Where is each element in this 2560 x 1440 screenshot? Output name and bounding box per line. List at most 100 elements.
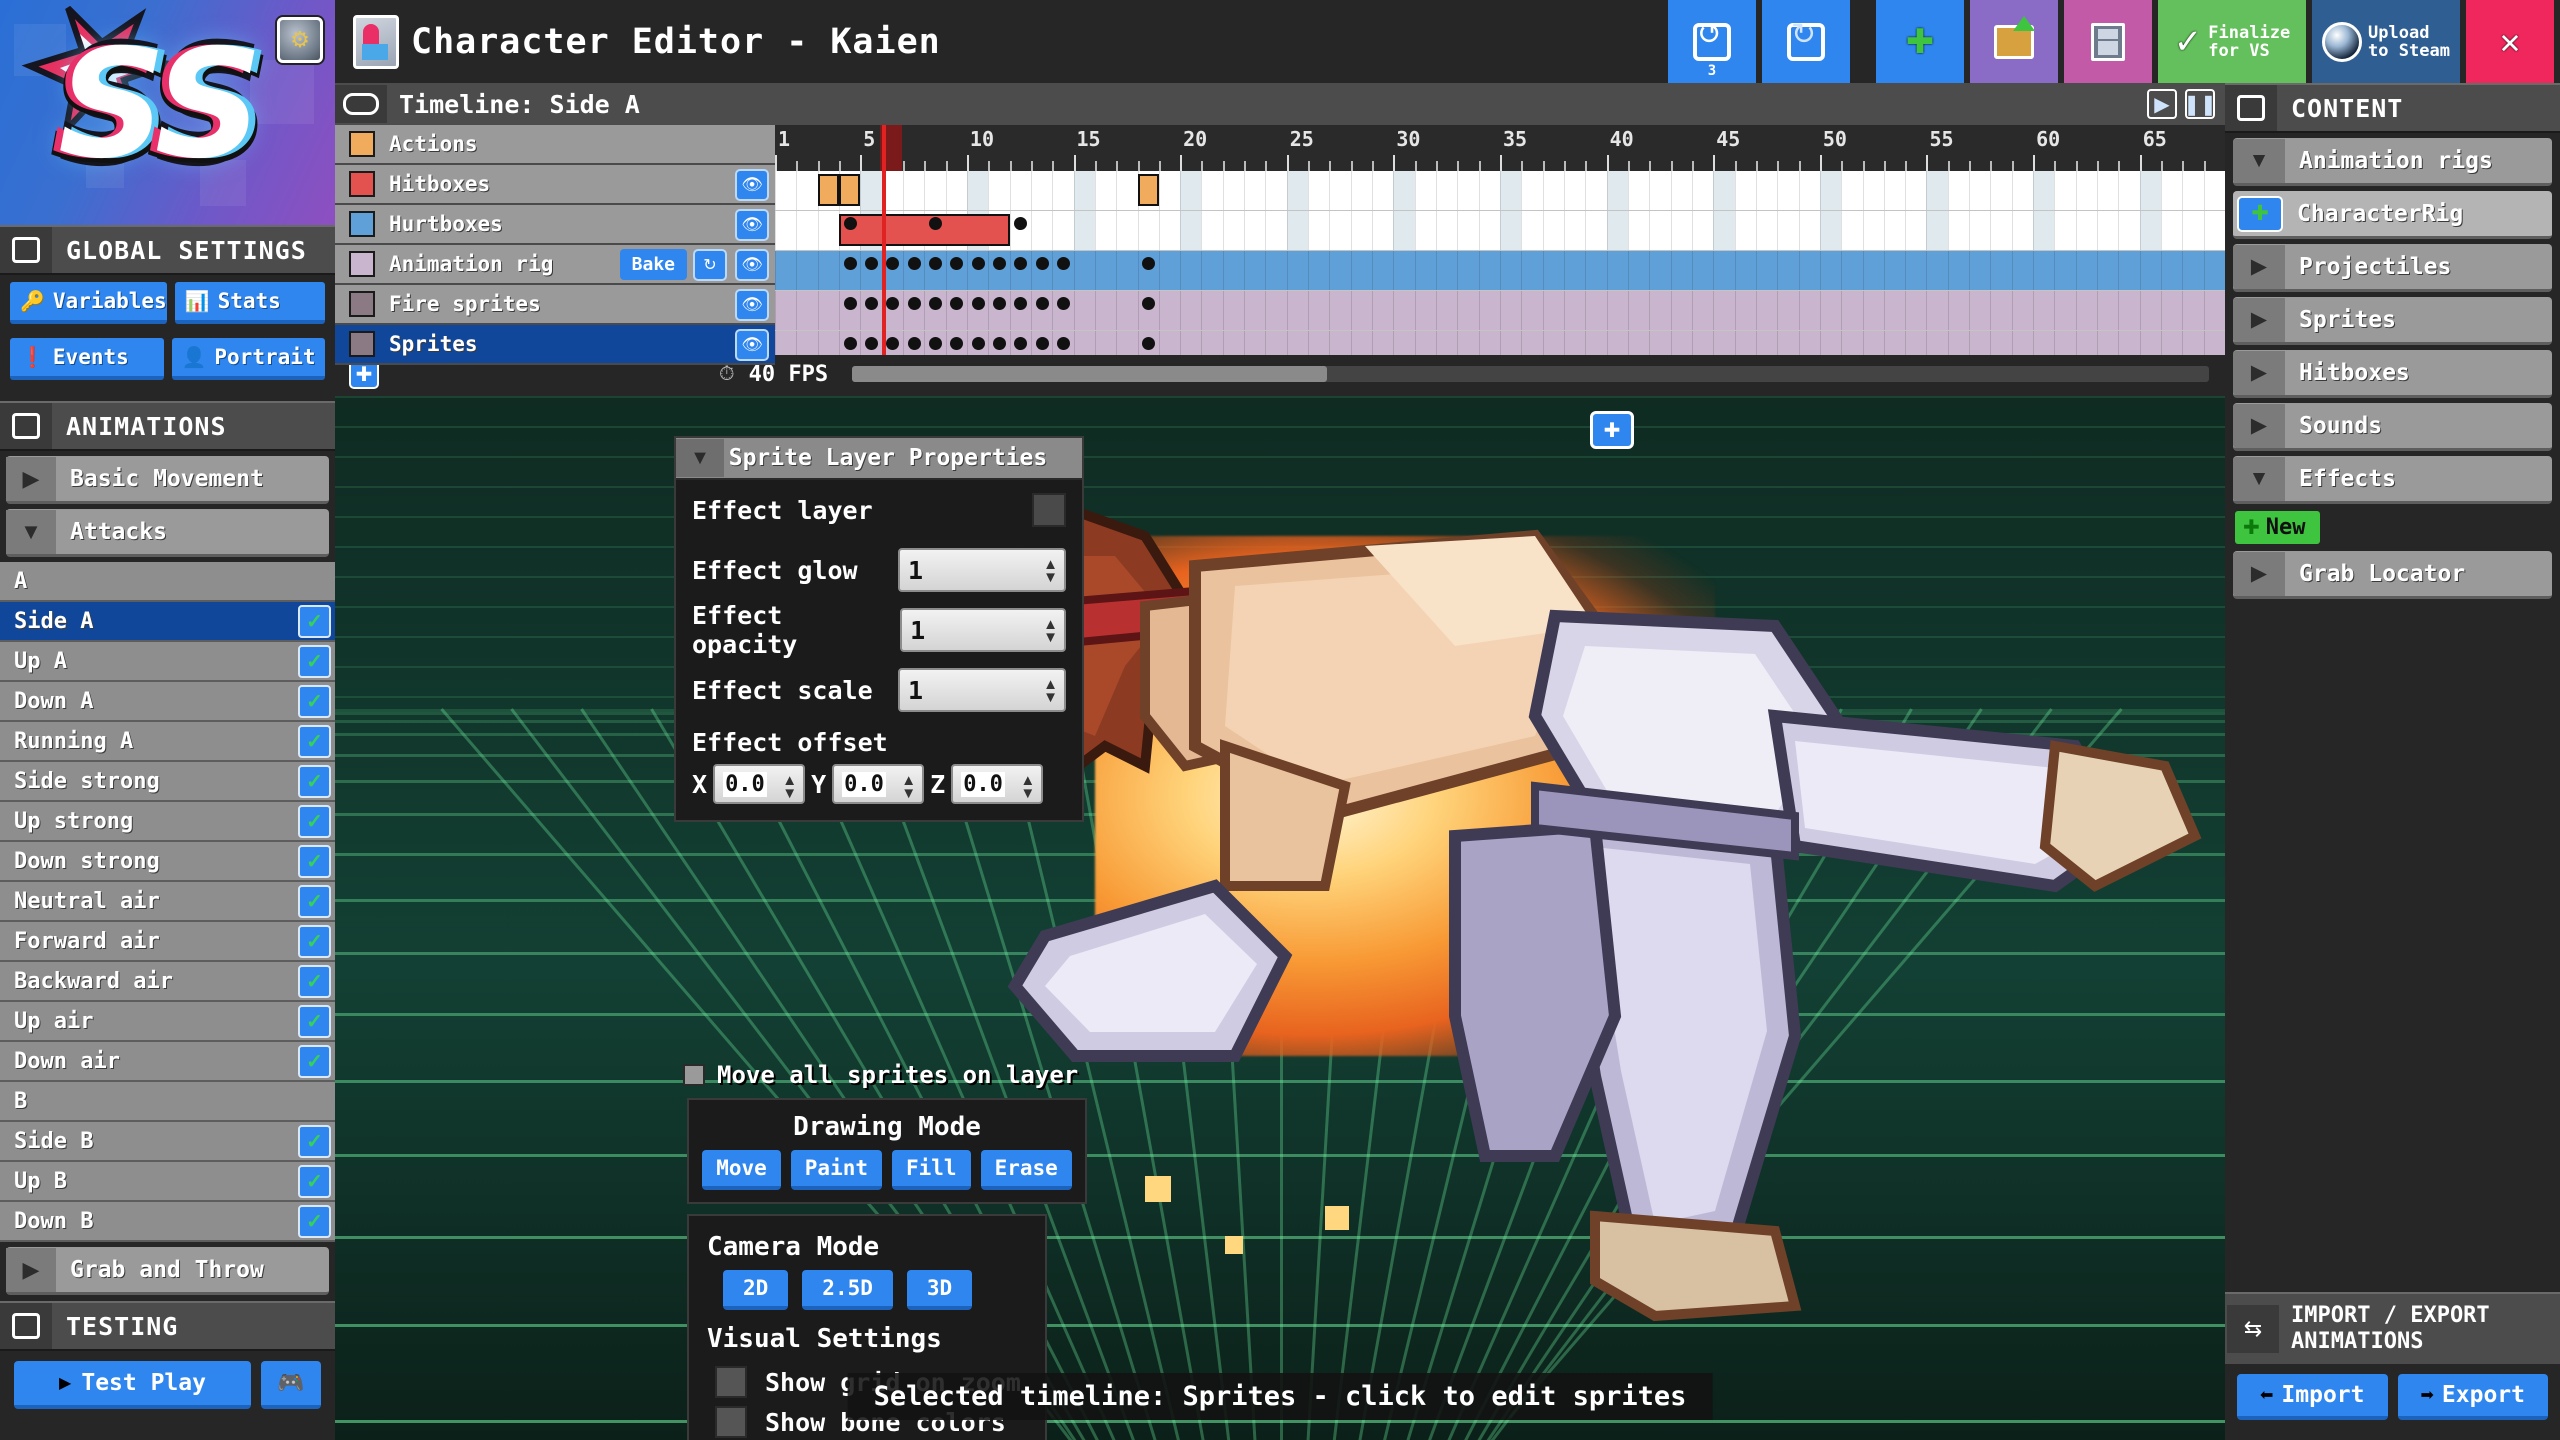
keyframe-dot[interactable] bbox=[928, 257, 942, 270]
content-item-sounds[interactable]: ▶ Sounds bbox=[2233, 403, 2552, 451]
keyframe-dot[interactable] bbox=[864, 297, 878, 310]
timeline-track-hurtboxes[interactable] bbox=[775, 251, 2225, 291]
upload-to-steam-button[interactable]: Upload to Steam bbox=[2312, 0, 2460, 83]
portrait-button[interactable]: 👤 Portrait bbox=[171, 338, 325, 380]
layer-visibility-toggle[interactable]: 👁 bbox=[735, 169, 769, 201]
animation-item-side-strong[interactable]: Side strong ✓ bbox=[0, 762, 335, 802]
layer-visibility-toggle[interactable]: 👁 bbox=[735, 289, 769, 321]
camera-mode-2d-button[interactable]: 2D bbox=[723, 1270, 789, 1310]
animation-group-attacks[interactable]: ▼ Attacks bbox=[6, 509, 329, 557]
timeline-track-hitboxes[interactable] bbox=[775, 211, 2225, 251]
content-item-effects[interactable]: ▼ Effects bbox=[2233, 456, 2552, 504]
content-item-projectiles[interactable]: ▶ Projectiles bbox=[2233, 244, 2552, 292]
offset-x-spinner[interactable]: 0.0 ▲ ▼ bbox=[713, 764, 806, 804]
spinner-arrows-icon[interactable]: ▲ ▼ bbox=[1043, 677, 1058, 705]
save-button[interactable] bbox=[2064, 0, 2152, 83]
offset-z-spinner[interactable]: 0.0 ▲ ▼ bbox=[951, 764, 1044, 804]
animation-enabled-checkbox[interactable]: ✓ bbox=[298, 1005, 331, 1038]
timeline-ruler[interactable]: 1 5 10 15 20 25 30 35 40 45 50 55 60 65 bbox=[775, 125, 2225, 171]
keyframe-dot[interactable] bbox=[843, 217, 857, 230]
animation-item-down-air[interactable]: Down air ✓ bbox=[0, 1042, 335, 1082]
content-item-hitboxes[interactable]: ▶ Hitboxes bbox=[2233, 350, 2552, 398]
animation-enabled-checkbox[interactable]: ✓ bbox=[298, 765, 331, 798]
redo-button[interactable] bbox=[1762, 0, 1850, 83]
keyframe-dot[interactable] bbox=[843, 337, 857, 350]
keyframe-dot[interactable] bbox=[843, 297, 857, 310]
drawing-mode-fill-button[interactable]: Fill bbox=[892, 1150, 971, 1190]
timeline-layer-animation-rig[interactable]: Animation rig Bake ↻ 👁 bbox=[335, 245, 775, 285]
export-button[interactable]: ➡ Export bbox=[2397, 1374, 2548, 1420]
drawing-mode-paint-button[interactable]: Paint bbox=[790, 1150, 882, 1190]
animation-enabled-checkbox[interactable]: ✓ bbox=[298, 885, 331, 918]
action-marker[interactable] bbox=[817, 174, 839, 206]
playhead[interactable] bbox=[881, 125, 886, 355]
undo-button[interactable]: 3 bbox=[1668, 0, 1756, 83]
animation-item-running-a[interactable]: Running A ✓ bbox=[0, 722, 335, 762]
visual-setting-checkbox[interactable] bbox=[715, 1366, 747, 1398]
camera-mode-2-5d-button[interactable]: 2.5D bbox=[802, 1270, 893, 1310]
new-effect-button[interactable]: ✚ New bbox=[2235, 511, 2320, 544]
stats-button[interactable]: 📊 Stats bbox=[174, 282, 325, 324]
keyframe-dot[interactable] bbox=[992, 337, 1006, 350]
animation-enabled-checkbox[interactable]: ✓ bbox=[298, 1045, 331, 1078]
animation-item-up-a[interactable]: Up A ✓ bbox=[0, 642, 335, 682]
keyframe-dot[interactable] bbox=[864, 257, 878, 270]
animation-enabled-checkbox[interactable]: ✓ bbox=[298, 725, 331, 758]
keyframe-dot[interactable] bbox=[843, 257, 857, 270]
timeline-layer-fire-sprites[interactable]: Fire sprites 👁 bbox=[335, 285, 775, 325]
timeline-track-area[interactable]: 1 5 10 15 20 25 30 35 40 45 50 55 60 65 bbox=[775, 125, 2225, 355]
variables-button[interactable]: 🔑 Variables bbox=[10, 282, 167, 324]
layer-visibility-toggle[interactable]: 👁 bbox=[735, 329, 769, 361]
spinner-arrows-icon[interactable]: ▲ ▼ bbox=[1020, 773, 1035, 801]
viewport[interactable]: ✚ ▼ Sprite Layer Properties Effect layer… bbox=[335, 396, 2225, 1440]
action-marker[interactable] bbox=[838, 174, 861, 206]
timeline-layer-actions[interactable]: Actions bbox=[335, 125, 775, 165]
content-item-animation-rigs[interactable]: ▼ Animation rigs bbox=[2233, 138, 2552, 186]
timeline-track-actions[interactable] bbox=[775, 171, 2225, 211]
animation-item-up-b[interactable]: Up B ✓ bbox=[0, 1162, 335, 1202]
animation-item-down-strong[interactable]: Down strong ✓ bbox=[0, 842, 335, 882]
animation-item-neutral-air[interactable]: Neutral air ✓ bbox=[0, 882, 335, 922]
drawing-mode-move-button[interactable]: Move bbox=[702, 1150, 781, 1190]
keyframe-dot[interactable] bbox=[928, 337, 942, 350]
test-play-button[interactable]: ▶ Test Play bbox=[14, 1361, 251, 1409]
drawing-mode-erase-button[interactable]: Erase bbox=[980, 1150, 1072, 1190]
animation-item-up-air[interactable]: Up air ✓ bbox=[0, 1002, 335, 1042]
spinner-arrows-icon[interactable]: ▲ ▼ bbox=[1043, 557, 1058, 585]
layer-visibility-toggle[interactable]: 👁 bbox=[735, 249, 769, 281]
character-sprite[interactable] bbox=[895, 416, 2225, 1376]
keyframe-dot[interactable] bbox=[907, 337, 921, 350]
timeline-scrollbar-thumb[interactable] bbox=[852, 366, 1327, 382]
open-button[interactable] bbox=[1970, 0, 2058, 83]
spinner-arrows-icon[interactable]: ▲ ▼ bbox=[1043, 617, 1058, 645]
content-item-grab-locator[interactable]: ▶ Grab Locator bbox=[2233, 551, 2552, 599]
animation-enabled-checkbox[interactable]: ✓ bbox=[298, 605, 331, 638]
content-item-sprites[interactable]: ▶ Sprites bbox=[2233, 297, 2552, 345]
action-marker[interactable] bbox=[1137, 174, 1159, 206]
animation-enabled-checkbox[interactable]: ✓ bbox=[298, 685, 331, 718]
animation-enabled-checkbox[interactable]: ✓ bbox=[298, 645, 331, 678]
keyframe-dot[interactable] bbox=[1035, 337, 1049, 350]
keyframe-dot[interactable] bbox=[1035, 297, 1049, 310]
animation-item-up-strong[interactable]: Up strong ✓ bbox=[0, 802, 335, 842]
animation-enabled-checkbox[interactable]: ✓ bbox=[298, 805, 331, 838]
effect-scale-spinner[interactable]: 1 ▲ ▼ bbox=[898, 668, 1066, 712]
keyframe-dot[interactable] bbox=[1056, 297, 1070, 310]
rotate-icon[interactable]: ↻ bbox=[693, 249, 727, 281]
offset-y-spinner[interactable]: 0.0 ▲ ▼ bbox=[832, 764, 925, 804]
visual-setting-checkbox[interactable] bbox=[715, 1406, 747, 1438]
keyframe-dot[interactable] bbox=[907, 297, 921, 310]
timeline-layer-hurtboxes[interactable]: Hurtboxes 👁 bbox=[335, 205, 775, 245]
move-all-sprites-checkbox[interactable] bbox=[683, 1064, 705, 1086]
keyframe-dot[interactable] bbox=[1056, 337, 1070, 350]
timeline-track-animation-rig[interactable] bbox=[775, 291, 2225, 331]
camera-mode-3d-button[interactable]: 3D bbox=[906, 1270, 973, 1310]
animation-item-down-b[interactable]: Down B ✓ bbox=[0, 1202, 335, 1242]
animation-group-grab-and-throw[interactable]: ▶ Grab and Throw bbox=[6, 1247, 329, 1295]
keyframe-dot[interactable] bbox=[971, 337, 985, 350]
bake-button[interactable]: Bake bbox=[619, 249, 687, 280]
animation-enabled-checkbox[interactable]: ✓ bbox=[298, 925, 331, 958]
spinner-arrows-icon[interactable]: ▲ ▼ bbox=[782, 773, 797, 801]
animation-item-down-a[interactable]: Down A ✓ bbox=[0, 682, 335, 722]
events-button[interactable]: ❗ Events bbox=[10, 338, 164, 380]
